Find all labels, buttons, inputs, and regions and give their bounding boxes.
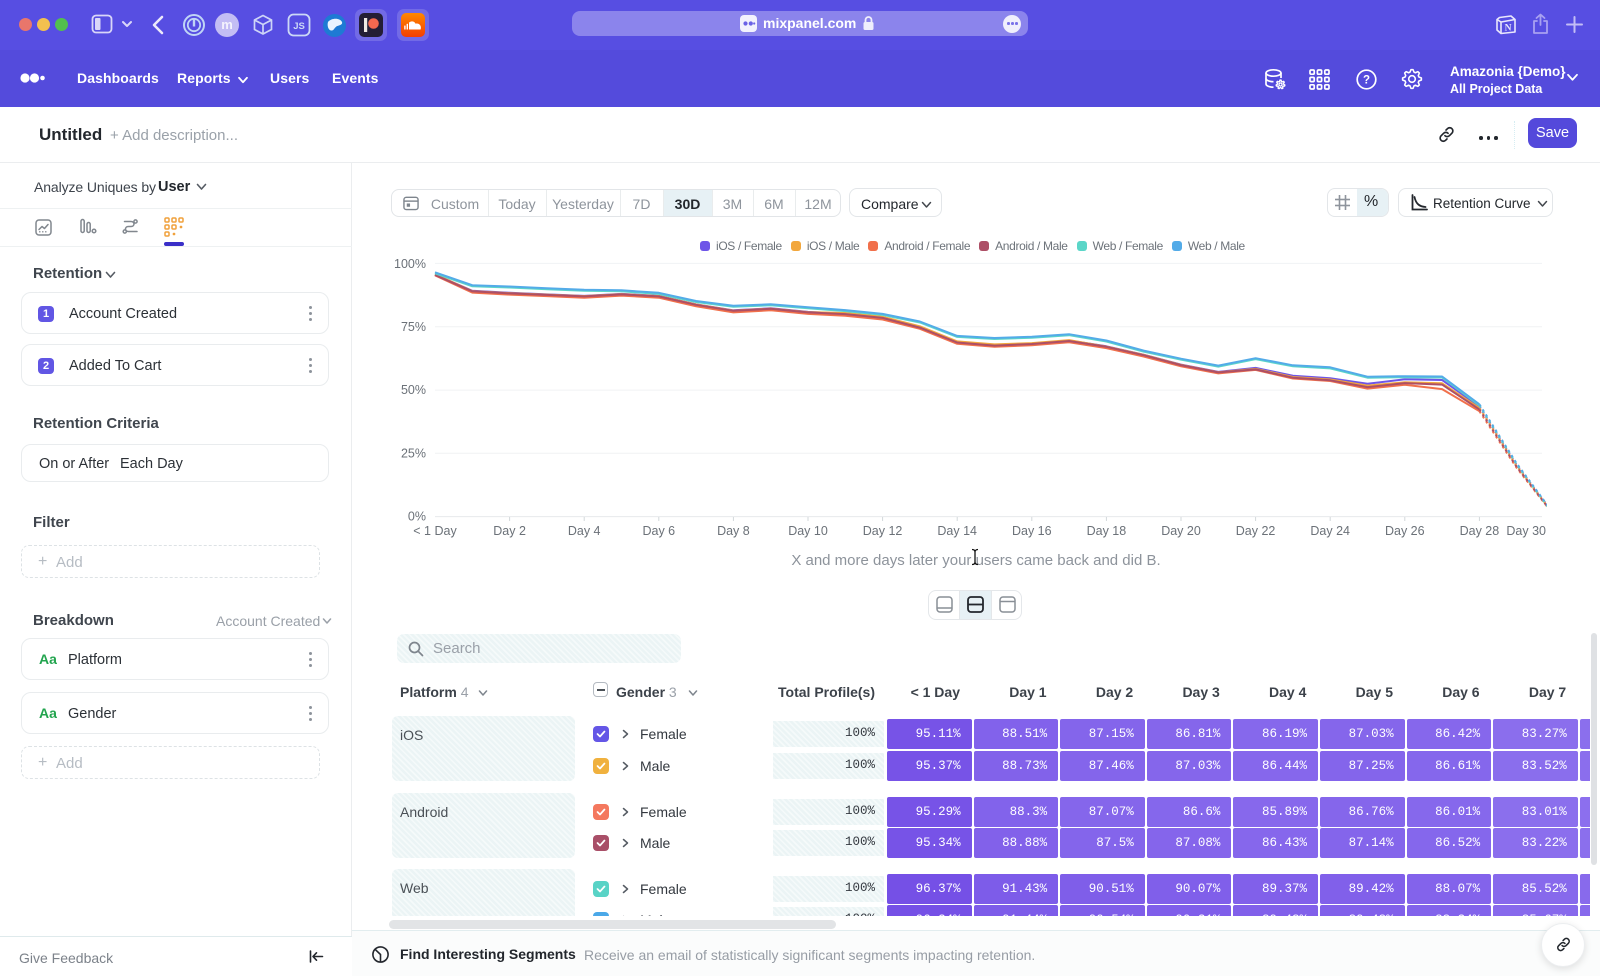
svg-text:25%: 25% — [401, 447, 426, 461]
svg-text:Day 26: Day 26 — [1385, 524, 1425, 538]
svg-text:Day 22: Day 22 — [1236, 524, 1276, 538]
svg-text:50%: 50% — [401, 383, 426, 397]
svg-text:Day 20: Day 20 — [1161, 524, 1201, 538]
svg-text:Day 6: Day 6 — [642, 524, 675, 538]
svg-text:Day 4: Day 4 — [568, 524, 601, 538]
svg-text:Day 30: Day 30 — [1506, 524, 1546, 538]
svg-text:Day 28: Day 28 — [1460, 524, 1500, 538]
svg-text:0%: 0% — [408, 510, 426, 524]
svg-text:Day 16: Day 16 — [1012, 524, 1052, 538]
svg-text:?: ? — [1363, 75, 1370, 87]
svg-text:75%: 75% — [401, 320, 426, 334]
svg-text:< 1 Day: < 1 Day — [413, 524, 457, 538]
svg-text:Day 12: Day 12 — [863, 524, 903, 538]
svg-text:Day 2: Day 2 — [493, 524, 526, 538]
svg-text:100%: 100% — [394, 257, 426, 271]
svg-text:Day 24: Day 24 — [1310, 524, 1350, 538]
svg-text:Day 14: Day 14 — [937, 524, 977, 538]
svg-text:JS: JS — [293, 21, 305, 32]
svg-text:Day 10: Day 10 — [788, 524, 828, 538]
svg-text:N: N — [1505, 24, 1512, 34]
svg-text:Day 18: Day 18 — [1087, 524, 1127, 538]
svg-text:Day 8: Day 8 — [717, 524, 750, 538]
